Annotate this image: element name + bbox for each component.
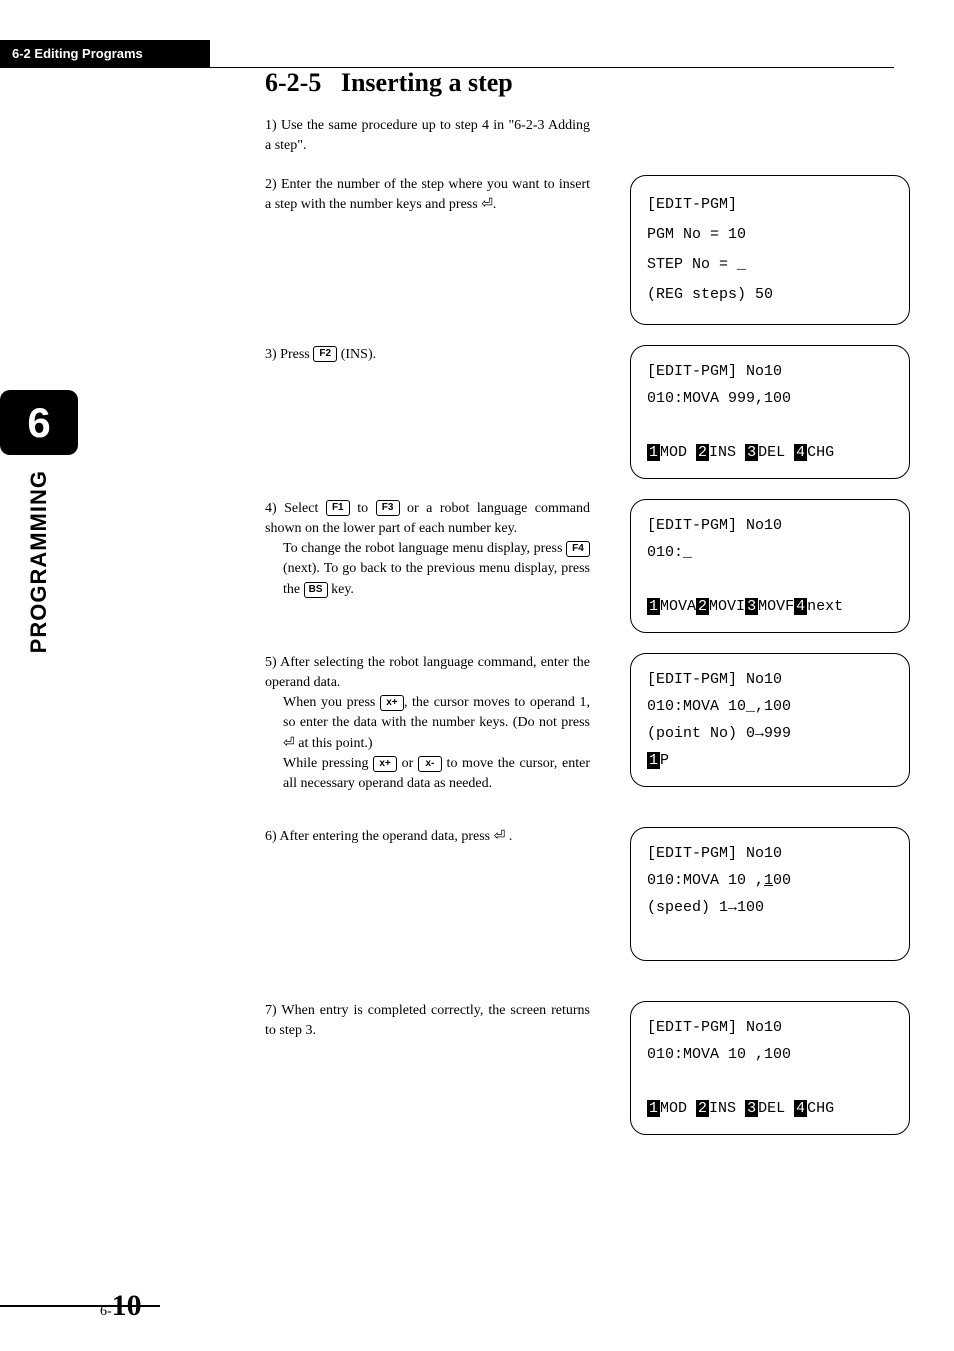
- chapter-label: PROGRAMMING: [26, 470, 52, 653]
- content-area: 6-2-5 Inserting a step 1) Use the same p…: [265, 68, 930, 1145]
- xplus-key-icon: x+: [380, 695, 404, 711]
- lcd-line: 010:MOVA 999,100: [647, 385, 893, 412]
- lcd-line: [EDIT-PGM] No10: [647, 1014, 893, 1041]
- lcd-screen-menu-b: [EDIT-PGM] No10 010:MOVA 999,100 1MOD 2I…: [630, 345, 910, 479]
- lcd-line: 010:MOVA 10_,100: [647, 693, 893, 720]
- lcd-line: PGM No = 10: [647, 220, 893, 250]
- lcd-softkey-row: 1MOVA2MOVI3MOVF4next: [647, 593, 893, 620]
- xminus-key-icon: x-: [418, 756, 442, 772]
- lcd-screen-f: [EDIT-PGM] No10 010:MOVA 10 ,100 1MOD 2I…: [630, 1001, 910, 1135]
- lcd-line: 010:_: [647, 539, 893, 566]
- step-5: 5) After selecting the robot language co…: [265, 653, 590, 795]
- step-6: 6) After entering the operand data, pres…: [265, 827, 590, 847]
- chapter-tab: 6 PROGRAMMING: [0, 390, 78, 653]
- section-heading: Inserting a step: [341, 68, 513, 97]
- lcd-softkey-row: 1MOD 2INS 3DEL 4CHG: [647, 1095, 893, 1122]
- lcd-line: [EDIT-PGM] No10: [647, 840, 893, 867]
- chapter-number-badge: 6: [0, 390, 78, 455]
- lcd-line: [EDIT-PGM] No10: [647, 666, 893, 693]
- lcd-line: 010:MOVA 10 ,100: [647, 867, 893, 894]
- section-title: 6-2-5 Inserting a step: [265, 68, 930, 98]
- lcd-screen-edit-pgm-step: [EDIT-PGM] PGM No = 10 STEP No = _ (REG …: [630, 175, 910, 325]
- lcd-screen-menu-d: [EDIT-PGM] No10 010:MOVA 10_,100 (point …: [630, 653, 910, 787]
- enter-icon: ⏎: [494, 829, 506, 844]
- f3-key-icon: F3: [376, 500, 400, 516]
- bs-key-icon: BS: [304, 582, 328, 598]
- lcd-line: STEP No = _: [647, 250, 893, 280]
- lcd-softkey-row: 1MOD 2INS 3DEL 4CHG: [647, 439, 893, 466]
- enter-icon: ⏎: [283, 736, 295, 751]
- lcd-softkey-row: 1P: [647, 747, 893, 774]
- lcd-line: (point No) 0→999: [647, 720, 893, 747]
- step-4: 4) Select F1 to F3 or a robot language c…: [265, 499, 590, 600]
- step-3: 3) Press F2 (INS).: [265, 345, 590, 365]
- step-2: 2) Enter the number of the step where yo…: [265, 175, 590, 216]
- lcd-line: [EDIT-PGM] No10: [647, 358, 893, 385]
- lcd-line: (REG steps) 50: [647, 280, 893, 310]
- enter-icon: ⏎: [481, 197, 493, 212]
- f1-key-icon: F1: [326, 500, 350, 516]
- lcd-line: 010:MOVA 10 ,100: [647, 1041, 893, 1068]
- lcd-screen-menu-c: [EDIT-PGM] No10 010:_ 1MOVA2MOVI3MOVF4ne…: [630, 499, 910, 633]
- step-7: 7) When entry is completed correctly, th…: [265, 1001, 590, 1042]
- lcd-line: [EDIT-PGM] No10: [647, 512, 893, 539]
- f2-key-icon: F2: [313, 346, 337, 362]
- step-1: 1) Use the same procedure up to step 4 i…: [265, 116, 590, 157]
- page-number: 6-10: [100, 1289, 142, 1323]
- lcd-line: (speed) 1→100: [647, 894, 893, 921]
- breadcrumb: 6-2 Editing Programs: [0, 40, 210, 67]
- section-number: 6-2-5: [265, 68, 321, 97]
- lcd-screen-e: [EDIT-PGM] No10 010:MOVA 10 ,100 (speed)…: [630, 827, 910, 961]
- xplus-key-icon: x+: [373, 756, 397, 772]
- f4-key-icon: F4: [566, 541, 590, 557]
- lcd-line: [EDIT-PGM]: [647, 190, 893, 220]
